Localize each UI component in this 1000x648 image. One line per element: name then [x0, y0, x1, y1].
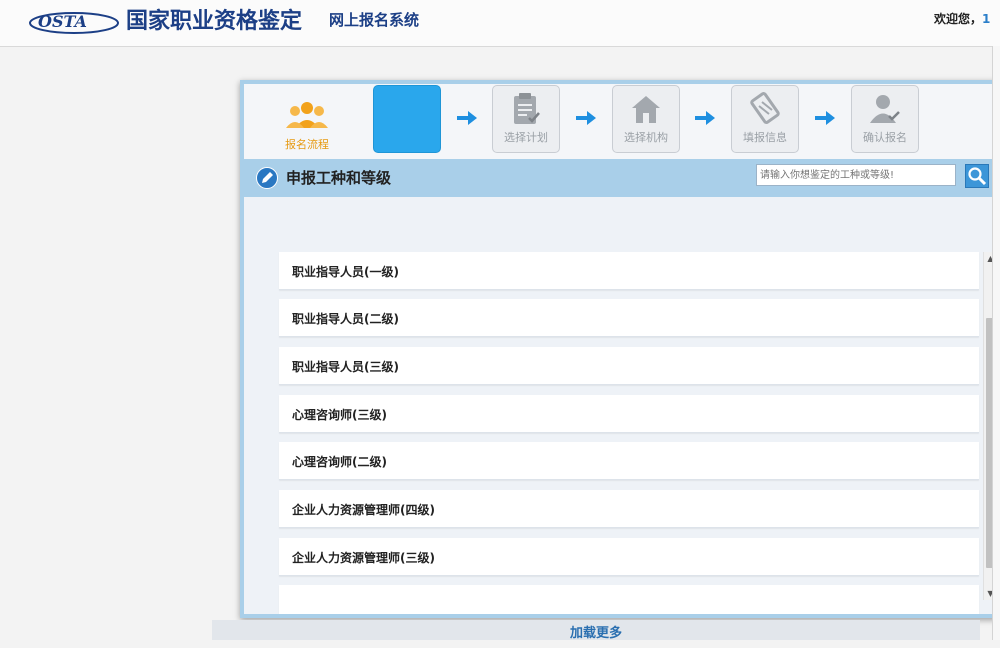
load-more-link[interactable]: 加载更多 [570, 626, 622, 641]
section-title: 申报工种和等级 [286, 169, 392, 187]
list-item[interactable]: 职业指导人员(一级) [279, 252, 979, 290]
list-item[interactable]: 心理咨询师(二级) [279, 442, 979, 480]
list-item[interactable]: 职业指导人员(三级) [279, 347, 979, 385]
arrow-right-icon [695, 111, 715, 125]
site-subtitle: 网上报名系统 [329, 11, 420, 29]
step-label: 选择计划 [504, 131, 548, 144]
step-bar: 报名流程 选择计划 选择机构 填报信息 确认报名 [244, 84, 994, 159]
plan-document-icon [514, 93, 540, 124]
osta-logo: OSTA [29, 12, 119, 34]
confirm-user-icon [870, 95, 900, 123]
list-item-label: 职业指导人员(二级) [292, 312, 399, 326]
step-label: 选择机构 [624, 131, 668, 144]
list-item-label: 心理咨询师(二级) [292, 455, 387, 469]
step-select-plan[interactable]: 选择计划 [492, 85, 560, 153]
step-confirm[interactable]: 确认报名 [851, 85, 919, 153]
pencil-icon [256, 167, 278, 189]
step-select-institution[interactable]: 选择机构 [612, 85, 680, 153]
list-item[interactable]: 职业指导人员(二级) [279, 299, 979, 337]
registration-panel: 报名流程 选择计划 选择机构 填报信息 确认报名 申报工种和等级 请输入你想鉴定… [240, 80, 998, 618]
list-item[interactable] [279, 585, 979, 614]
step-select-trade[interactable] [373, 85, 441, 153]
window-scrollbar[interactable] [992, 46, 1000, 640]
welcome-label: 欢迎您， [934, 12, 983, 26]
list-item[interactable]: 企业人力资源管理师(三级) [279, 538, 979, 576]
load-more-bar[interactable]: 加载更多 [212, 620, 980, 641]
arrow-right-icon [457, 111, 477, 125]
process-label: 报名流程 [285, 138, 329, 151]
users-group-icon [286, 102, 328, 128]
trade-search-input[interactable] [756, 164, 956, 186]
step-label: 确认报名 [863, 131, 907, 144]
search-button[interactable] [965, 164, 989, 188]
list-item-label: 职业指导人员(一级) [292, 265, 399, 279]
step-fill-info[interactable]: 填报信息 [731, 85, 799, 153]
fill-info-icon [750, 92, 780, 124]
site-title: 国家职业资格鉴定 [126, 8, 303, 34]
institution-building-icon [632, 96, 660, 123]
top-bar: OSTA 国家职业资格鉴定 网上报名系统 欢迎您，1 [0, 0, 1000, 47]
step-label: 填报信息 [743, 131, 787, 144]
process-step: 报名流程 [274, 100, 340, 152]
list-item-label: 职业指导人员(三级) [292, 360, 399, 374]
list-item-label: 企业人力资源管理师(三级) [292, 551, 435, 565]
list-item-label: 心理咨询师(三级) [292, 408, 387, 422]
welcome-text: 欢迎您，1 [934, 10, 990, 27]
search-icon [968, 167, 987, 186]
list-item[interactable]: 企业人力资源管理师(四级) [279, 490, 979, 528]
user-link[interactable]: 1 [982, 12, 990, 26]
logo-text: OSTA [38, 12, 87, 31]
list-item-label: 企业人力资源管理师(四级) [292, 503, 435, 517]
trade-list: 职业指导人员(一级) 职业指导人员(二级) 职业指导人员(三级) 心理咨询师(三… [244, 197, 994, 614]
arrow-right-icon [576, 111, 596, 125]
arrow-right-icon [815, 111, 835, 125]
list-item[interactable]: 心理咨询师(三级) [279, 395, 979, 433]
